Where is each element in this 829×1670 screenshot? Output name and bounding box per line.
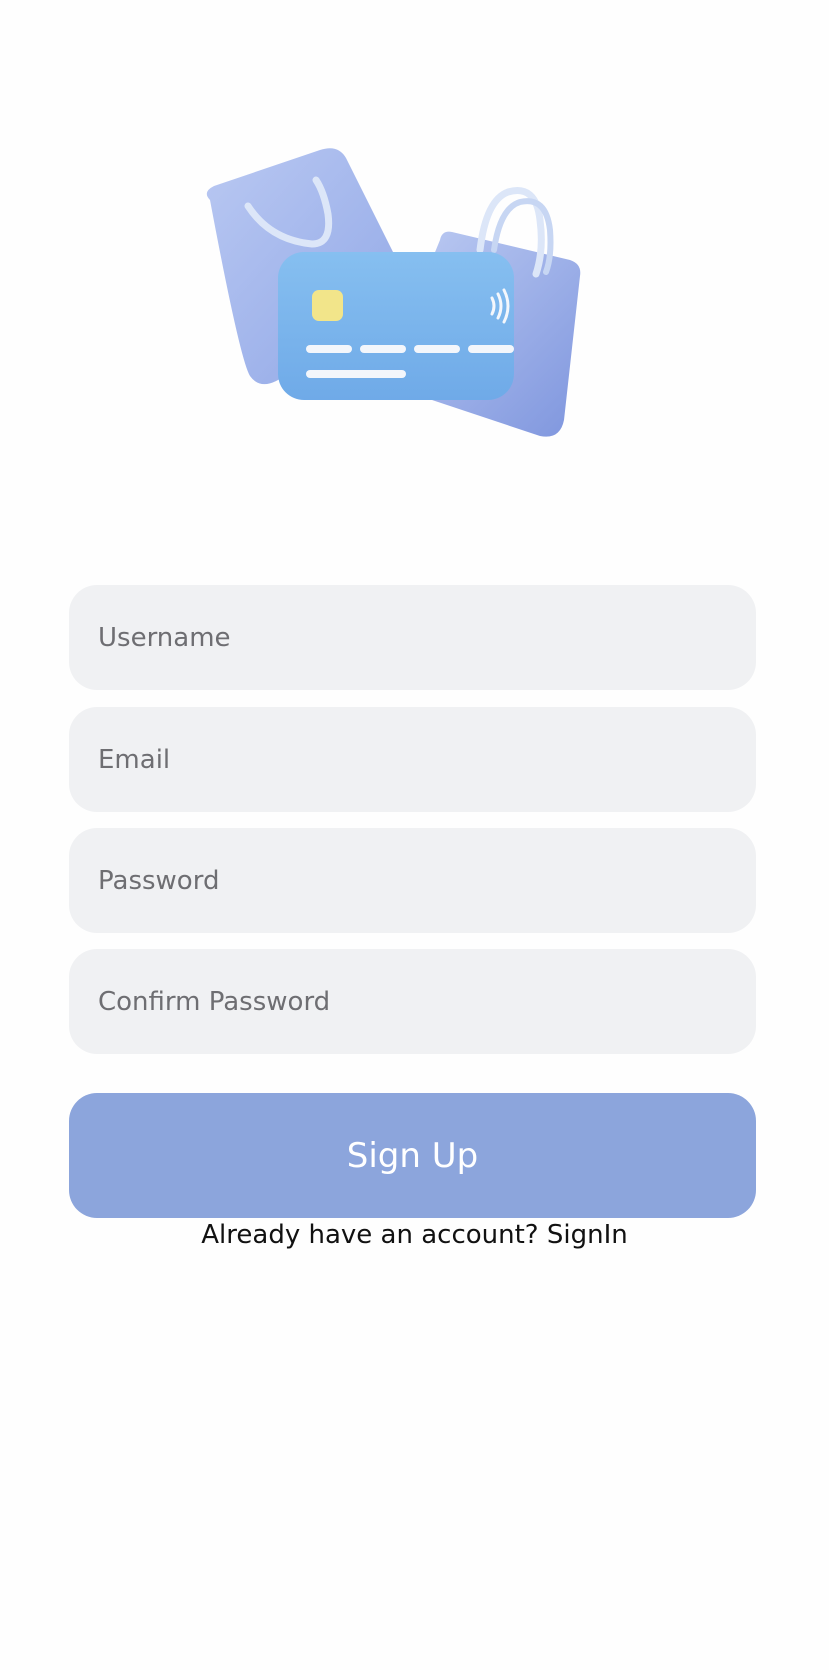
credit-card-icon bbox=[278, 252, 514, 400]
password-field[interactable] bbox=[69, 828, 756, 933]
signin-prompt-text: Already have an account? bbox=[201, 1220, 547, 1250]
signin-link[interactable]: SignIn bbox=[547, 1220, 628, 1250]
email-field[interactable] bbox=[69, 707, 756, 812]
confirm-password-field[interactable] bbox=[69, 949, 756, 1054]
signin-prompt: Already have an account? SignIn bbox=[0, 1220, 829, 1250]
shopping-illustration bbox=[190, 140, 630, 480]
username-field[interactable] bbox=[69, 585, 756, 690]
sign-up-button[interactable]: Sign Up bbox=[69, 1093, 756, 1218]
username-input[interactable] bbox=[69, 585, 756, 690]
password-input[interactable] bbox=[69, 828, 756, 933]
shopping-bags-card-icon bbox=[206, 148, 581, 437]
email-input[interactable] bbox=[69, 707, 756, 812]
signup-screen: Sign Up Already have an account? SignIn bbox=[0, 0, 829, 1670]
confirm-password-input[interactable] bbox=[69, 949, 756, 1054]
